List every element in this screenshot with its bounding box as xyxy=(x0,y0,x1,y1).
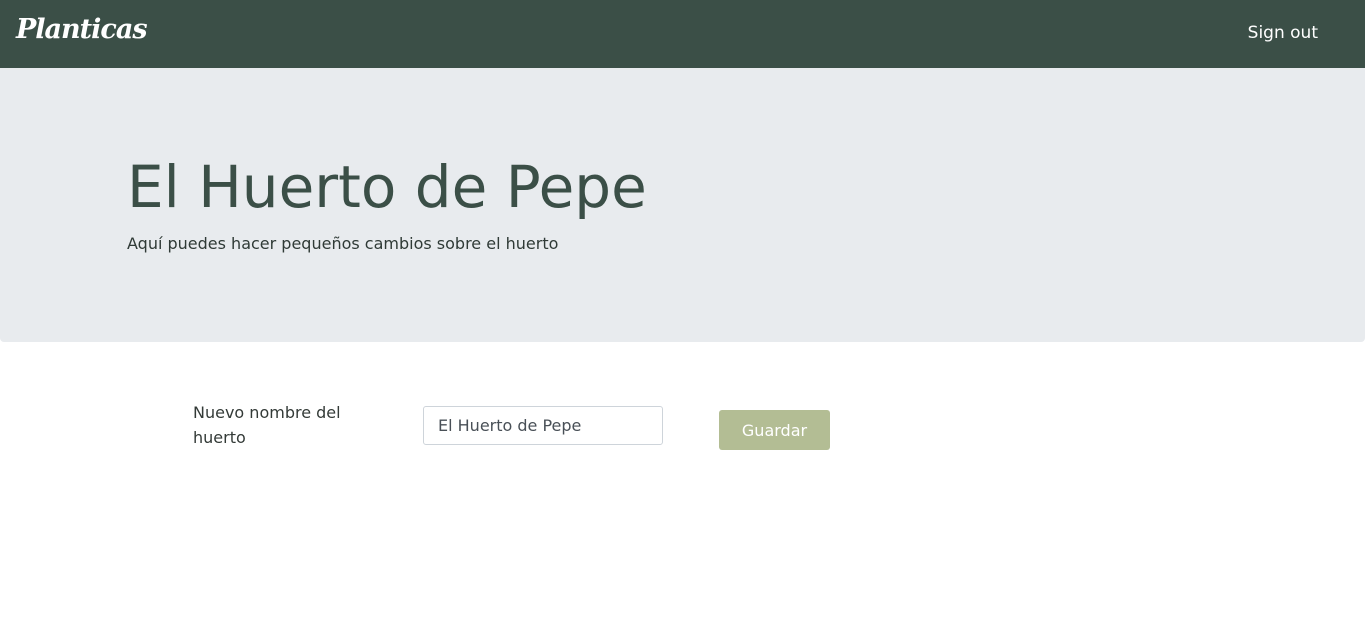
hero-section: El Huerto de Pepe Aquí puedes hacer pequ… xyxy=(0,68,1365,342)
top-navbar: Planticas Sign out xyxy=(0,0,1365,68)
sign-out-link[interactable]: Sign out xyxy=(1248,23,1318,43)
garden-name-input[interactable] xyxy=(423,406,663,445)
garden-name-label: Nuevo nombre del huerto xyxy=(193,403,341,447)
save-button[interactable]: Guardar xyxy=(719,410,830,450)
page-title: El Huerto de Pepe xyxy=(127,153,647,221)
page-subtitle: Aquí puedes hacer pequeños cambios sobre… xyxy=(127,234,559,253)
brand-logo[interactable]: Planticas xyxy=(16,14,148,45)
